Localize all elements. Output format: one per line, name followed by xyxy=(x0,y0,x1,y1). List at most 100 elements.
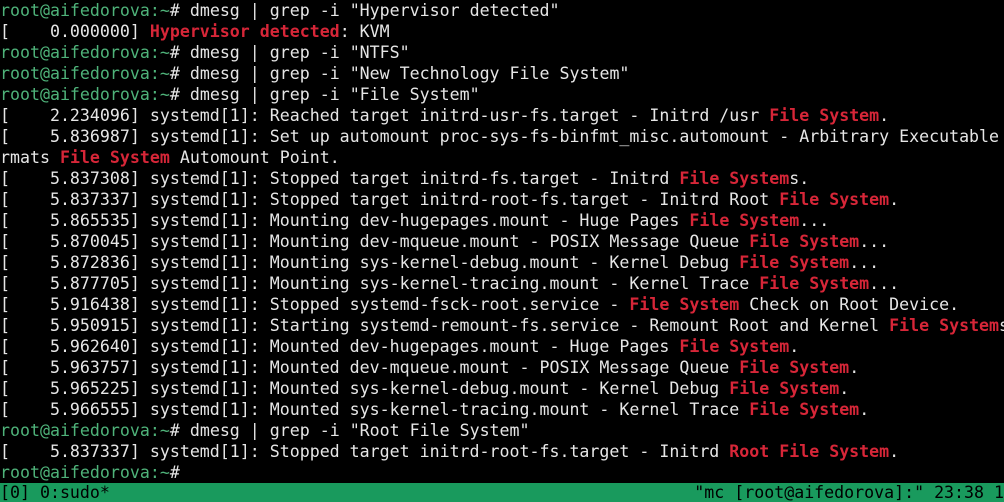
grep-match: File System xyxy=(749,400,860,419)
grep-match: Hypervisor detected xyxy=(149,22,340,41)
prompt-line: root@aifedorova:~# dmesg | grep -i "New … xyxy=(0,63,1004,84)
grep-match: File System xyxy=(679,169,790,188)
prompt-path: ~ xyxy=(159,421,170,440)
grep-match: Root File System xyxy=(729,442,890,461)
prompt-symbol: # xyxy=(169,463,180,482)
grep-match: File System xyxy=(729,379,840,398)
prompt-path: ~ xyxy=(159,64,170,83)
prompt-path: ~ xyxy=(159,43,170,62)
prompt-path: ~ xyxy=(159,85,170,104)
output-text: . xyxy=(839,379,850,398)
prompt-path: ~ xyxy=(159,1,170,20)
output-text: [ 5.836987] systemd[1]: Set up automount… xyxy=(0,127,1004,146)
grep-match: File System xyxy=(629,295,740,314)
output-line: rmats File System Automount Point. xyxy=(0,147,1004,168)
command-text: dmesg | grep -i "Hypervisor detected" xyxy=(179,1,560,20)
prompt-line: root@aifedorova:~# dmesg | grep -i "Root… xyxy=(0,420,1004,441)
grep-match: File System xyxy=(889,316,1000,335)
tmux-window-list[interactable]: [0] 0:sudo* xyxy=(0,483,110,502)
output-line: [ 5.865535] systemd[1]: Mounting dev-hug… xyxy=(0,210,1004,231)
output-line: [ 5.837308] systemd[1]: Stopped target i… xyxy=(0,168,1004,189)
grep-match: File System xyxy=(749,232,860,251)
grep-match: File System xyxy=(59,148,170,167)
output-line: [ 5.872836] systemd[1]: Mounting sys-ker… xyxy=(0,252,1004,273)
command-text: dmesg | grep -i "NTFS" xyxy=(179,43,410,62)
output-text: [ 5.872836] systemd[1]: Mounting sys-ker… xyxy=(0,253,740,272)
output-text: [ 5.966555] systemd[1]: Mounted sys-kern… xyxy=(0,400,750,419)
output-line: [ 0.000000] Hypervisor detected: KVM xyxy=(0,21,1004,42)
prompt-line: root@aifedorova:~# dmesg | grep -i "Hype… xyxy=(0,0,1004,21)
output-text: ... xyxy=(799,211,830,230)
grep-match: File System xyxy=(679,337,790,356)
prompt-user-host: root@aifedorova xyxy=(0,463,150,482)
output-text: ... xyxy=(849,253,880,272)
prompt-line: root@aifedorova:~# dmesg | grep -i "NTFS… xyxy=(0,42,1004,63)
output-text: . xyxy=(849,358,860,377)
prompt-user-host: root@aifedorova xyxy=(0,421,150,440)
tmux-status-right: "mc [root@aifedorova]:" 23:38 1 xyxy=(694,483,1004,502)
prompt-symbol: # xyxy=(169,64,180,83)
tmux-status-bar: [0] 0:sudo* "mc [root@aifedorova]:" 23:3… xyxy=(0,483,1004,502)
prompt-separator: : xyxy=(149,43,160,62)
output-text: [ 5.950915] systemd[1]: Starting systemd… xyxy=(0,316,890,335)
output-line: [ 5.836987] systemd[1]: Set up automount… xyxy=(0,126,1004,147)
output-text: . xyxy=(889,442,900,461)
grep-match: File System xyxy=(769,106,880,125)
prompt-separator: : xyxy=(149,463,160,482)
output-line: [ 5.870045] systemd[1]: Mounting dev-mqu… xyxy=(0,231,1004,252)
output-text: rmats xyxy=(0,148,60,167)
prompt-symbol: # xyxy=(169,85,180,104)
output-line: [ 5.965225] systemd[1]: Mounted sys-kern… xyxy=(0,378,1004,399)
prompt-separator: : xyxy=(149,64,160,83)
prompt-line: root@aifedorova:~# xyxy=(0,462,1004,483)
output-text: [ 5.865535] systemd[1]: Mounting dev-hug… xyxy=(0,211,690,230)
prompt-user-host: root@aifedorova xyxy=(0,85,150,104)
output-text: ... xyxy=(859,232,890,251)
output-line: [ 5.916438] systemd[1]: Stopped systemd-… xyxy=(0,294,1004,315)
output-line: [ 5.877705] systemd[1]: Mounting sys-ker… xyxy=(0,273,1004,294)
output-line: [ 5.962640] systemd[1]: Mounted dev-huge… xyxy=(0,336,1004,357)
terminal-window[interactable]: root@aifedorova:~# dmesg | grep -i "Hype… xyxy=(0,0,1004,502)
grep-match: File System xyxy=(779,190,890,209)
prompt-separator: : xyxy=(149,1,160,20)
output-text: [ 5.837308] systemd[1]: Stopped target i… xyxy=(0,169,680,188)
prompt-path: ~ xyxy=(159,463,170,482)
output-line: [ 5.837337] systemd[1]: Stopped target i… xyxy=(0,189,1004,210)
output-line: [ 5.837337] systemd[1]: Stopped target i… xyxy=(0,441,1004,462)
terminal-output[interactable]: root@aifedorova:~# dmesg | grep -i "Hype… xyxy=(0,0,1004,483)
output-text: [ 0.000000] xyxy=(0,22,150,41)
grep-match: File System xyxy=(759,274,870,293)
output-text: . xyxy=(879,106,890,125)
output-text: s. xyxy=(789,169,810,188)
output-text: [ 5.870045] systemd[1]: Mounting dev-mqu… xyxy=(0,232,750,251)
output-text: . xyxy=(889,190,900,209)
output-text: ... xyxy=(869,274,900,293)
output-line: [ 5.963757] systemd[1]: Mounted dev-mque… xyxy=(0,357,1004,378)
grep-match: File System xyxy=(739,253,850,272)
prompt-separator: : xyxy=(149,85,160,104)
output-line: [ 5.966555] systemd[1]: Mounted sys-kern… xyxy=(0,399,1004,420)
output-text: [ 5.916438] systemd[1]: Stopped systemd-… xyxy=(0,295,630,314)
grep-match: File System xyxy=(689,211,800,230)
output-text: . xyxy=(789,337,800,356)
output-text: [ 5.965225] systemd[1]: Mounted sys-kern… xyxy=(0,379,730,398)
prompt-symbol: # xyxy=(169,1,180,20)
grep-match: File System xyxy=(739,358,850,377)
prompt-user-host: root@aifedorova xyxy=(0,43,150,62)
output-text: [ 5.837337] systemd[1]: Stopped target i… xyxy=(0,442,730,461)
command-text: dmesg | grep -i "File System" xyxy=(179,85,480,104)
output-text: [ 5.837337] systemd[1]: Stopped target i… xyxy=(0,190,780,209)
output-text: Check on Root Device. xyxy=(739,295,960,314)
output-text: Automount Point. xyxy=(169,148,340,167)
command-text: dmesg | grep -i "New Technology File Sys… xyxy=(179,64,630,83)
prompt-user-host: root@aifedorova xyxy=(0,64,150,83)
output-text: s... xyxy=(999,316,1004,335)
prompt-line: root@aifedorova:~# dmesg | grep -i "File… xyxy=(0,84,1004,105)
output-line: [ 2.234096] systemd[1]: Reached target i… xyxy=(0,105,1004,126)
output-text: [ 5.962640] systemd[1]: Mounted dev-huge… xyxy=(0,337,680,356)
output-text: [ 2.234096] systemd[1]: Reached target i… xyxy=(0,106,770,125)
prompt-symbol: # xyxy=(169,421,180,440)
output-line: [ 5.950915] systemd[1]: Starting systemd… xyxy=(0,315,1004,336)
command-text: dmesg | grep -i "Root File System" xyxy=(179,421,530,440)
prompt-symbol: # xyxy=(169,43,180,62)
